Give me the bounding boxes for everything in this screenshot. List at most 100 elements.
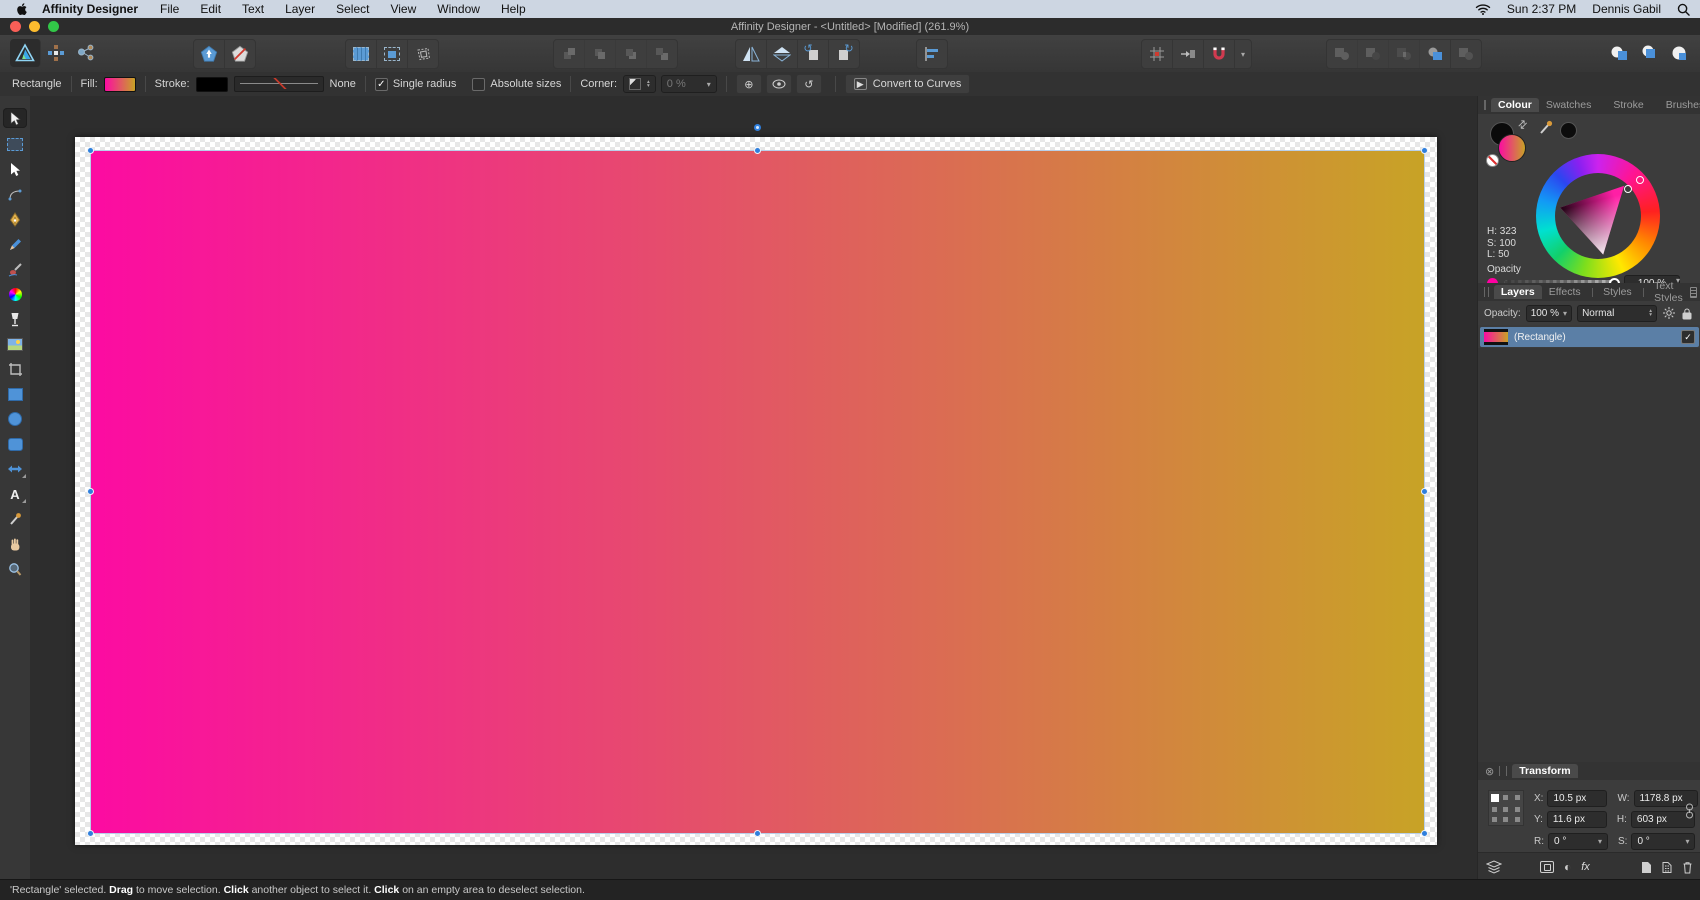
selection-handle-top-right[interactable] <box>1421 147 1428 154</box>
selection-handle-middle-right[interactable] <box>1421 488 1428 495</box>
tab-layers[interactable]: Layers <box>1494 285 1542 299</box>
document-page[interactable] <box>75 137 1437 845</box>
boolean-subtract-button[interactable] <box>1358 40 1389 68</box>
single-radius-label[interactable]: Single radius <box>393 78 457 90</box>
tab-stroke[interactable]: Stroke <box>1606 98 1650 112</box>
insert-behind-button[interactable] <box>1604 39 1634 67</box>
absolute-sizes-checkbox[interactable] <box>472 78 485 91</box>
corner-radius-select[interactable]: 0 % ▾ <box>661 75 717 93</box>
selection-handle-bottom-right[interactable] <box>1421 830 1428 837</box>
selection-handle-middle-left[interactable] <box>87 488 94 495</box>
export-persona-button[interactable] <box>71 39 101 67</box>
move-backward-button[interactable] <box>616 40 647 68</box>
tool-arrow-shape[interactable] <box>3 460 27 478</box>
tool-fill[interactable] <box>3 285 27 303</box>
close-panel-icon[interactable]: ⊗ <box>1485 765 1494 778</box>
move-forward-button[interactable] <box>585 40 616 68</box>
snapping-grid-button[interactable] <box>1142 40 1173 68</box>
fill-colour-well[interactable] <box>1498 134 1526 162</box>
delete-layer-trash-icon[interactable] <box>1682 861 1693 874</box>
marquee-select-freehand-button[interactable] <box>408 40 438 68</box>
tool-ellipse[interactable] <box>3 410 27 428</box>
tool-vector-brush[interactable] <box>3 260 27 278</box>
corner-type-stepper[interactable]: ▴▾ <box>647 80 650 89</box>
stroke-swatch[interactable] <box>196 77 228 92</box>
anchor-point-selector[interactable] <box>1488 790 1524 826</box>
rotate-cw-button[interactable]: ↻ <box>829 40 859 68</box>
menu-app-name[interactable]: Affinity Designer <box>42 2 138 16</box>
insert-on-top-button[interactable] <box>1634 39 1664 67</box>
boolean-divide-button[interactable] <box>1420 40 1451 68</box>
tool-rectangle[interactable] <box>3 385 27 403</box>
tool-colour-picker[interactable] <box>3 510 27 528</box>
convert-to-curves-button[interactable]: ▶ Convert to Curves <box>845 74 971 94</box>
panel-drag-handle-icon[interactable] <box>1484 287 1489 297</box>
zoom-window-button[interactable] <box>48 21 59 32</box>
layer-visibility-checkbox[interactable]: ✓ <box>1681 330 1695 344</box>
tool-place-image[interactable] <box>3 335 27 353</box>
sync-defaults-button[interactable] <box>194 40 225 68</box>
menu-help[interactable]: Help <box>501 2 526 16</box>
revert-defaults-button[interactable] <box>225 40 255 68</box>
tab-styles[interactable]: Styles <box>1596 285 1639 299</box>
stroke-width-value[interactable]: None <box>330 78 356 90</box>
close-window-button[interactable] <box>10 21 21 32</box>
reset-selection-box-button[interactable]: ↺ <box>796 74 822 94</box>
tool-corner[interactable] <box>3 185 27 203</box>
boolean-combine-button[interactable] <box>1451 40 1481 68</box>
stroke-width-control[interactable] <box>234 76 324 92</box>
hue-marker[interactable] <box>1636 176 1644 184</box>
tool-zoom[interactable] <box>3 560 27 578</box>
menu-user[interactable]: Dennis Gabil <box>1592 2 1661 16</box>
boolean-intersect-button[interactable] <box>1389 40 1420 68</box>
move-to-back-button[interactable] <box>647 40 677 68</box>
designer-persona-button[interactable] <box>10 39 41 67</box>
tool-node[interactable] <box>3 160 27 178</box>
single-radius-checkbox[interactable]: ✓ <box>375 78 388 91</box>
no-colour-well[interactable] <box>1486 154 1499 167</box>
tool-move[interactable] <box>3 108 27 128</box>
flip-horizontal-button[interactable] <box>736 40 767 68</box>
add-adjustment-icon[interactable]: ◐ <box>1564 860 1571 874</box>
pixel-persona-button[interactable] <box>41 39 71 67</box>
flip-vertical-button[interactable] <box>767 40 798 68</box>
menu-select[interactable]: Select <box>336 2 369 16</box>
blend-mode-select[interactable]: Normal▴▾ <box>1577 305 1657 322</box>
marquee-select-contained-button[interactable] <box>377 40 408 68</box>
transform-origin-button[interactable]: ⊕ <box>736 74 762 94</box>
blend-options-gear-icon[interactable] <box>1662 306 1676 320</box>
y-input[interactable]: 11.6 px <box>1547 811 1607 828</box>
menu-edit[interactable]: Edit <box>200 2 221 16</box>
layer-effects-icon[interactable]: fx <box>1581 861 1590 873</box>
colour-picker-icon[interactable] <box>1538 120 1554 136</box>
tab-transform[interactable]: Transform <box>1512 764 1577 778</box>
selection-handle-top-center[interactable] <box>754 147 761 154</box>
corner-type-select[interactable]: ▴▾ <box>623 75 656 93</box>
boolean-add-button[interactable] <box>1327 40 1358 68</box>
layers-list-empty-area[interactable] <box>1478 348 1700 762</box>
gradient-rectangle[interactable] <box>91 151 1424 833</box>
layer-row-rectangle[interactable]: (Rectangle) ✓ <box>1480 327 1699 347</box>
insert-inside-button[interactable] <box>1664 39 1694 67</box>
colour-wheel[interactable] <box>1536 154 1660 278</box>
add-mask-icon[interactable] <box>1540 861 1554 873</box>
fill-stroke-indicator[interactable]: ⇄ <box>1486 122 1536 170</box>
marquee-select-all-button[interactable] <box>346 40 377 68</box>
add-pixel-layer-icon[interactable] <box>1661 861 1673 874</box>
spotlight-search-icon[interactable] <box>1677 3 1690 16</box>
tool-artistic-text[interactable]: A <box>3 485 27 503</box>
wifi-icon[interactable] <box>1475 3 1491 15</box>
selection-handle-top-left[interactable] <box>87 147 94 154</box>
anchor-top-left[interactable] <box>1491 794 1499 802</box>
snap-to-object-button[interactable] <box>1173 40 1204 68</box>
x-input[interactable]: 10.5 px <box>1547 790 1607 807</box>
tab-swatches[interactable]: Swatches <box>1539 98 1599 112</box>
snapping-options-caret[interactable]: ▾ <box>1235 40 1251 68</box>
absolute-sizes-label[interactable]: Absolute sizes <box>490 78 561 90</box>
panel-menu-icon[interactable] <box>1690 287 1697 298</box>
tool-artboard[interactable] <box>3 135 27 153</box>
canvas-area[interactable] <box>30 96 1477 880</box>
menu-clock[interactable]: Sun 2:37 PM <box>1507 2 1576 16</box>
rotation-select[interactable]: 0 °▾ <box>1548 833 1608 850</box>
tab-colour[interactable]: Colour <box>1491 98 1539 112</box>
